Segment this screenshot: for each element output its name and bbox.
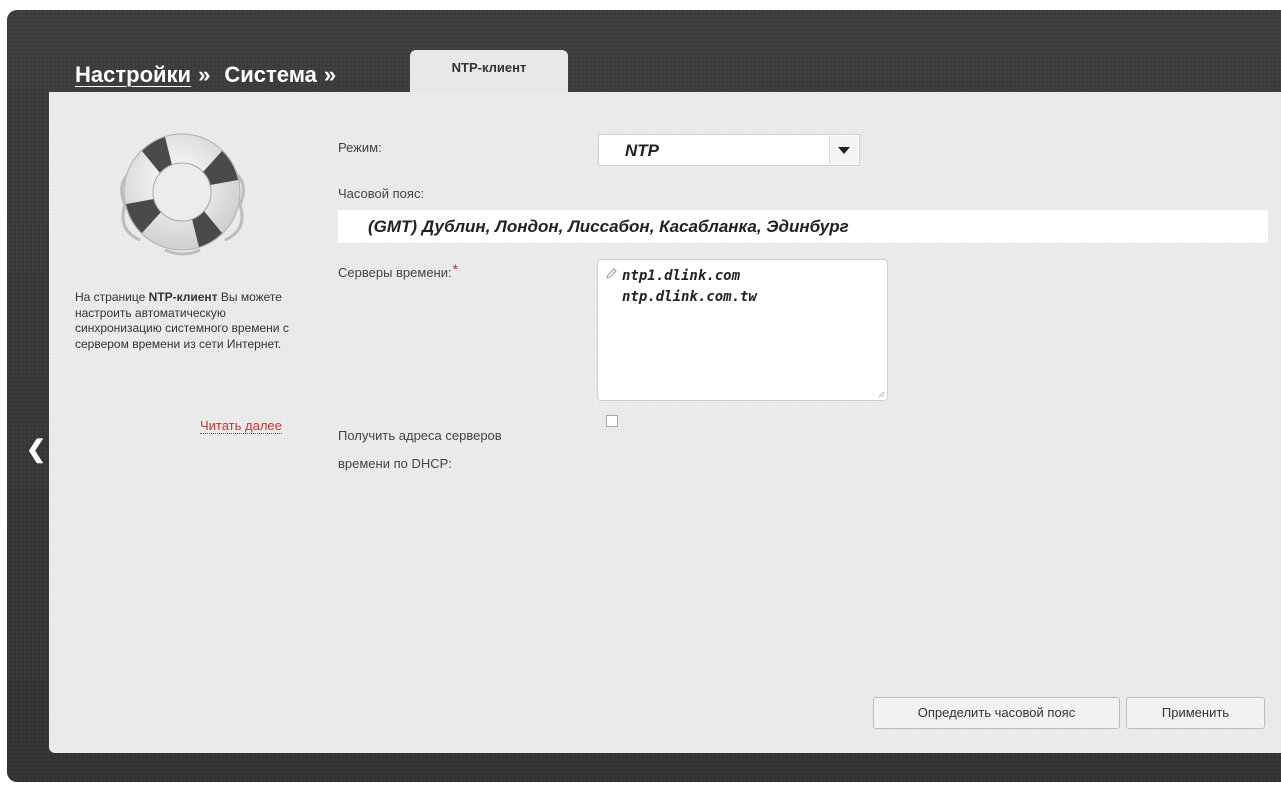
dhcp-servers-checkbox[interactable] bbox=[606, 415, 618, 427]
breadcrumb-separator: » bbox=[198, 62, 211, 87]
mode-label: Режим: bbox=[338, 140, 382, 155]
breadcrumb-link-system[interactable]: Система bbox=[224, 62, 317, 87]
breadcrumb-item-settings[interactable]: Настройки » bbox=[75, 62, 224, 88]
breadcrumb-item-system[interactable]: Система» bbox=[224, 62, 350, 88]
help-text-prefix: На странице bbox=[75, 290, 149, 304]
help-text-bold: NTP-клиент bbox=[148, 290, 218, 304]
back-arrow-icon[interactable]: ❮ bbox=[26, 438, 46, 462]
dhcp-label-line1: Получить адреса серверов bbox=[338, 428, 502, 443]
timezone-label: Часовой пояс: bbox=[338, 186, 425, 201]
time-servers-textarea[interactable]: ntp1.dlink.com ntp.dlink.com.tw bbox=[597, 259, 888, 401]
read-more-link[interactable]: Читать далее bbox=[200, 418, 282, 434]
timezone-select-value: (GMT) Дублин, Лондон, Лиссабон, Касаблан… bbox=[368, 217, 849, 236]
breadcrumb: Настройки» Система» bbox=[75, 58, 350, 92]
mode-select-value: NTP bbox=[625, 141, 659, 160]
dhcp-label-line2: времени по DHCP: bbox=[338, 456, 452, 471]
breadcrumb-link-settings[interactable]: Настройки bbox=[75, 62, 191, 87]
detect-timezone-button[interactable]: Определить часовой пояс bbox=[873, 697, 1120, 729]
breadcrumb-separator: » bbox=[323, 62, 337, 87]
chevron-down-icon[interactable] bbox=[829, 136, 858, 164]
required-mark: * bbox=[452, 261, 459, 277]
pencil-icon bbox=[606, 268, 617, 279]
apply-button[interactable]: Применить bbox=[1126, 697, 1265, 729]
lifebuoy-icon bbox=[120, 133, 245, 256]
dhcp-label: Получить адреса серверов времени по DHCP… bbox=[338, 422, 502, 478]
mode-select[interactable]: NTP bbox=[598, 134, 860, 166]
time-server-entry: ntp1.dlink.com bbox=[622, 268, 741, 284]
timezone-select[interactable]: (GMT) Дублин, Лондон, Лиссабон, Касаблан… bbox=[338, 210, 1268, 243]
servers-label-text: Серверы времени: bbox=[338, 265, 452, 280]
servers-label: Серверы времени:* bbox=[338, 261, 459, 280]
tab-ntp-client[interactable]: NTP-клиент bbox=[410, 50, 568, 92]
time-server-entry: ntp.dlink.com.tw bbox=[622, 289, 757, 305]
resize-handle-icon[interactable] bbox=[877, 390, 885, 398]
sidebar-help-text: На странице NTP-клиент Вы можете настрои… bbox=[75, 290, 290, 352]
